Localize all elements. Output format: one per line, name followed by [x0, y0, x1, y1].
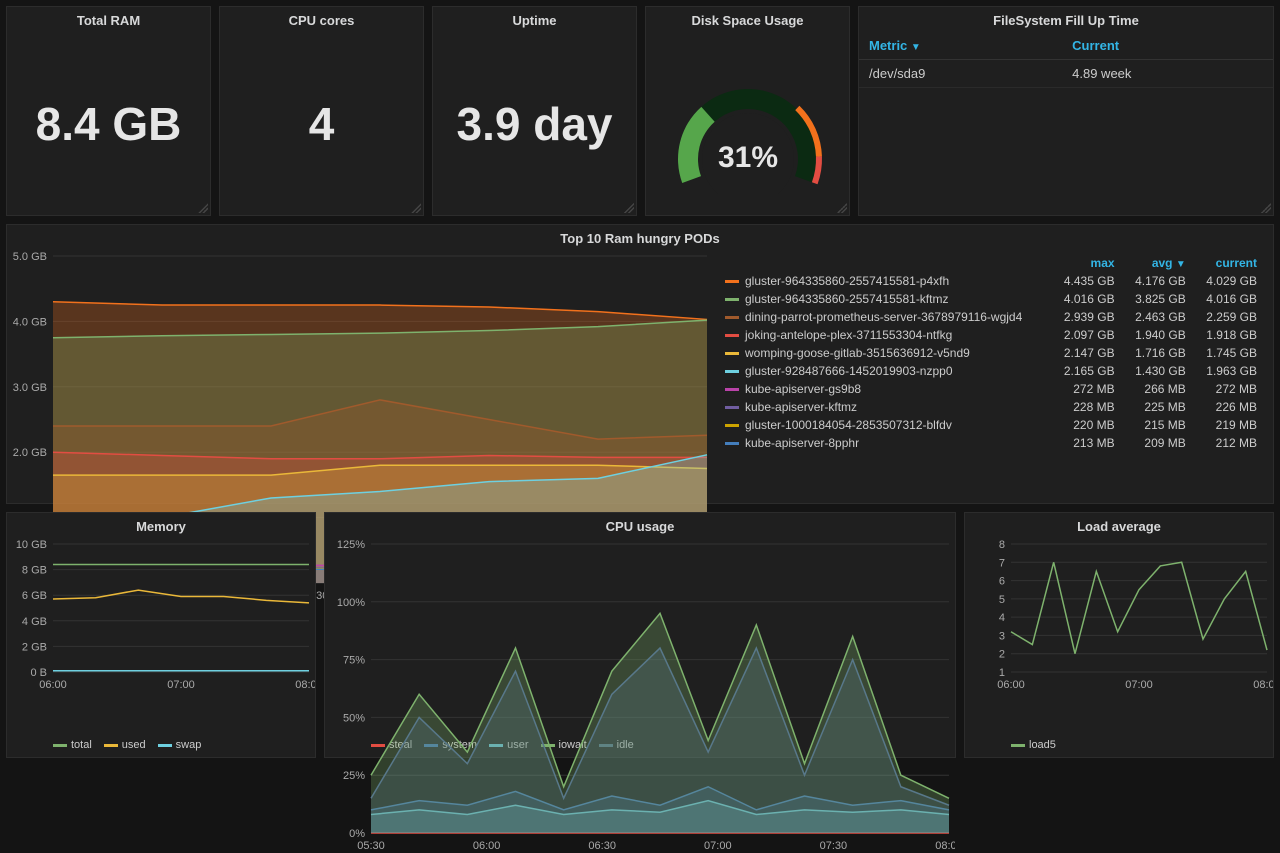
- resize-icon[interactable]: [837, 203, 847, 213]
- svg-text:2.0 GB: 2.0 GB: [13, 447, 47, 459]
- fs-header-current[interactable]: Current: [1062, 32, 1273, 60]
- svg-text:06:00: 06:00: [997, 679, 1025, 691]
- resize-icon[interactable]: [1261, 203, 1271, 213]
- col-current[interactable]: current: [1194, 254, 1265, 272]
- svg-text:07:00: 07:00: [704, 840, 732, 852]
- svg-text:0%: 0%: [349, 828, 365, 840]
- col-max[interactable]: max: [1051, 254, 1122, 272]
- svg-text:1: 1: [999, 667, 1005, 679]
- load-chart: 1 2 3 4 5 6 7 8 06:00 07:00 08:00: [965, 538, 1273, 692]
- stat-value-cores: 4: [220, 32, 423, 215]
- svg-text:6 GB: 6 GB: [22, 590, 47, 602]
- panel-title: Disk Space Usage: [646, 7, 849, 32]
- svg-text:4.0 GB: 4.0 GB: [13, 316, 47, 328]
- svg-text:50%: 50%: [343, 712, 365, 724]
- table-row[interactable]: /dev/sda94.89 week: [859, 60, 1273, 88]
- svg-text:06:30: 06:30: [588, 840, 616, 852]
- svg-text:07:30: 07:30: [820, 840, 848, 852]
- svg-text:0 B: 0 B: [30, 667, 47, 679]
- legend-item[interactable]: total: [53, 739, 92, 751]
- svg-text:8: 8: [999, 539, 1005, 551]
- panel-total-ram[interactable]: Total RAM 8.4 GB: [6, 6, 211, 216]
- svg-text:08:00: 08:00: [935, 840, 955, 852]
- legend-row[interactable]: dining-parrot-prometheus-server-36789791…: [717, 308, 1265, 326]
- resize-icon[interactable]: [198, 203, 208, 213]
- svg-text:31%: 31%: [717, 141, 777, 174]
- sort-desc-icon: ▼: [911, 42, 921, 53]
- svg-text:100%: 100%: [337, 597, 365, 609]
- legend-item[interactable]: swap: [158, 739, 202, 751]
- svg-text:125%: 125%: [337, 539, 365, 551]
- legend-item[interactable]: load5: [1011, 739, 1056, 751]
- cpu-chart: 0% 25% 50% 75% 100% 125% 05:30 06:00 06:30 07:00 0…: [325, 538, 955, 853]
- panel-memory[interactable]: Memory 0 B 2 GB 4 GB 6 GB 8 GB 10 GB 06:00 07:0…: [6, 512, 316, 758]
- panel-disk-usage[interactable]: Disk Space Usage 31%: [645, 6, 850, 216]
- svg-text:5.0 GB: 5.0 GB: [13, 251, 47, 263]
- svg-text:05:30: 05:30: [357, 840, 385, 852]
- svg-text:75%: 75%: [343, 655, 365, 667]
- svg-text:25%: 25%: [343, 770, 365, 782]
- legend-item[interactable]: used: [104, 739, 146, 751]
- panel-top-pods[interactable]: Top 10 Ram hungry PODs 0 B1.0 GB2.0 GB3.…: [6, 224, 1274, 504]
- legend-row[interactable]: gluster-964335860-2557415581-p4xfh4.435 …: [717, 272, 1265, 290]
- stat-value-ram: 8.4 GB: [7, 32, 210, 215]
- svg-text:08:00: 08:00: [1253, 679, 1273, 691]
- panel-title: CPU usage: [325, 513, 955, 538]
- legend-row[interactable]: kube-apiserver-kftmz228 MB225 MB226 MB: [717, 398, 1265, 416]
- col-avg[interactable]: avg ▼: [1123, 254, 1194, 272]
- legend-row[interactable]: gluster-928487666-1452019903-nzpp02.165 …: [717, 362, 1265, 380]
- svg-text:3: 3: [999, 630, 1005, 642]
- panel-uptime[interactable]: Uptime 3.9 day: [432, 6, 637, 216]
- panel-filesystem[interactable]: FileSystem Fill Up Time Metric ▼ Current…: [858, 6, 1274, 216]
- panel-title: Uptime: [433, 7, 636, 32]
- memory-chart: 0 B 2 GB 4 GB 6 GB 8 GB 10 GB 06:00 07:00 08:00: [7, 538, 315, 692]
- panel-title: Total RAM: [7, 7, 210, 32]
- legend-row[interactable]: gluster-964335860-2557415581-kftmz4.016 …: [717, 290, 1265, 308]
- legend-row[interactable]: kube-apiserver-gs9b8272 MB266 MB272 MB: [717, 380, 1265, 398]
- svg-text:3.0 GB: 3.0 GB: [13, 382, 47, 394]
- filesystem-table: Metric ▼ Current /dev/sda94.89 week: [859, 32, 1273, 88]
- stat-value-uptime: 3.9 day: [433, 32, 636, 215]
- svg-text:5: 5: [999, 594, 1005, 606]
- svg-text:2: 2: [999, 649, 1005, 661]
- svg-text:8 GB: 8 GB: [22, 565, 47, 577]
- resize-icon[interactable]: [411, 203, 421, 213]
- panel-cpu-cores[interactable]: CPU cores 4: [219, 6, 424, 216]
- svg-text:7: 7: [999, 557, 1005, 569]
- legend-row[interactable]: kube-apiserver-8pphr213 MB209 MB212 MB: [717, 434, 1265, 452]
- panel-cpu-usage[interactable]: CPU usage 0%25%50%75%100%125%05:3006:000…: [324, 512, 956, 758]
- legend-row[interactable]: joking-antelope-plex-3711553304-ntfkg2.0…: [717, 326, 1265, 344]
- legend-row[interactable]: gluster-1000184054-2853507312-blfdv220 M…: [717, 416, 1265, 434]
- pods-legend-table: max avg ▼ current gluster-964335860-2557…: [717, 254, 1265, 452]
- svg-text:08:00: 08:00: [295, 679, 315, 691]
- panel-title: CPU cores: [220, 7, 423, 32]
- svg-text:4 GB: 4 GB: [22, 616, 47, 628]
- gauge-icon: 31%: [658, 54, 838, 194]
- svg-text:06:00: 06:00: [473, 840, 501, 852]
- panel-load-average[interactable]: Load average 1 2 3 4 5 6 7 8 06:00 07:00 08:00 loa…: [964, 512, 1274, 758]
- fs-header-metric[interactable]: Metric ▼: [859, 32, 1062, 60]
- svg-text:06:00: 06:00: [39, 679, 67, 691]
- legend-row[interactable]: womping-goose-gitlab-3515636912-v5nd92.1…: [717, 344, 1265, 362]
- svg-text:07:00: 07:00: [167, 679, 195, 691]
- svg-text:07:00: 07:00: [1125, 679, 1153, 691]
- resize-icon[interactable]: [624, 203, 634, 213]
- svg-text:10 GB: 10 GB: [16, 539, 47, 551]
- panel-title: Top 10 Ram hungry PODs: [7, 225, 1273, 250]
- load-legend: load5: [965, 735, 1273, 757]
- panel-title: Load average: [965, 513, 1273, 538]
- svg-text:4: 4: [999, 612, 1005, 624]
- svg-text:2 GB: 2 GB: [22, 641, 47, 653]
- panel-title: FileSystem Fill Up Time: [859, 7, 1273, 32]
- memory-legend: total used swap: [7, 735, 315, 757]
- sort-desc-icon: ▼: [1176, 259, 1186, 270]
- svg-text:6: 6: [999, 576, 1005, 588]
- panel-title: Memory: [7, 513, 315, 538]
